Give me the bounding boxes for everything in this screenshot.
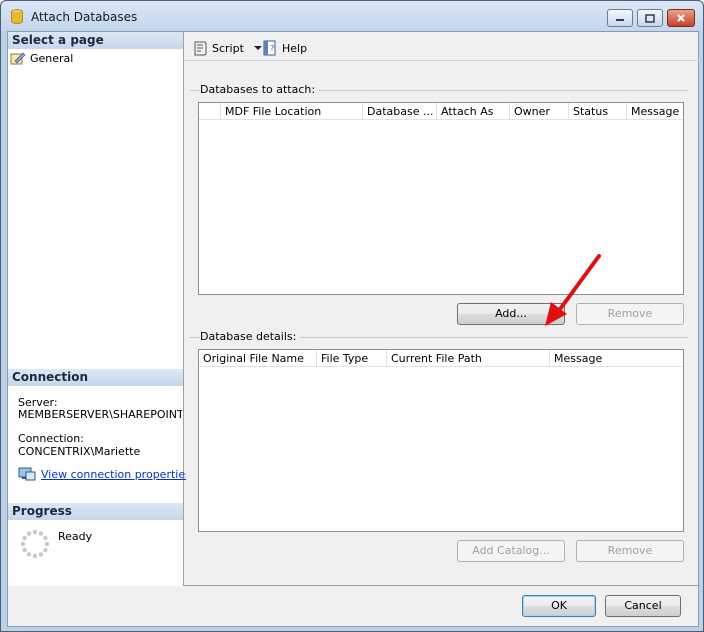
grid-header: Original File Name File Type Current Fil… (199, 350, 683, 367)
dialog-client-area: Select a page General Connection Server:… (7, 31, 700, 627)
maximize-icon (645, 13, 655, 23)
page-item-label: General (30, 51, 74, 65)
connection-properties-icon (18, 467, 36, 481)
grid-column-header[interactable]: Database ... (363, 103, 437, 120)
cancel-button[interactable]: Cancel (605, 595, 681, 617)
add-catalog-button[interactable]: Add Catalog... (457, 540, 565, 562)
close-button[interactable] (667, 9, 695, 27)
footer-separator (184, 585, 700, 586)
database-details-grid[interactable]: Original File Name File Type Current Fil… (198, 349, 684, 532)
databases-to-attach-grid[interactable]: MDF File Location Database ... Attach As… (198, 102, 684, 295)
grid-column-header[interactable]: Owner (510, 103, 569, 120)
maximize-button[interactable] (637, 9, 663, 27)
page-item-general[interactable]: General (10, 50, 73, 66)
grid-column-header[interactable]: Message (627, 103, 684, 120)
grid-column-header[interactable]: MDF File Location (221, 103, 363, 120)
close-icon (677, 14, 685, 22)
grid-column-header[interactable]: Attach As (437, 103, 510, 120)
database-icon (11, 9, 23, 24)
attach-databases-window: Attach Databases Select a page General C… (0, 0, 704, 632)
progress-spinner-icon (20, 529, 50, 559)
ok-button[interactable]: OK (522, 595, 596, 617)
toolbar-separator (184, 60, 700, 61)
svg-text:?: ? (270, 44, 274, 53)
grid-column-header[interactable]: Message (550, 350, 684, 367)
server-value: MEMBERSERVER\SHAREPOINT (18, 408, 182, 421)
help-button[interactable]: ? Help (262, 39, 307, 57)
title-bar[interactable]: Attach Databases (1, 1, 703, 31)
select-page-header: Select a page (8, 32, 183, 49)
progress-status: Ready (58, 530, 93, 543)
left-pane: Select a page General Connection Server:… (8, 32, 191, 586)
grid-column-header[interactable]: Current File Path (387, 350, 550, 367)
remove-details-button[interactable]: Remove (576, 540, 684, 562)
progress-header: Progress (8, 503, 183, 520)
grid-column-header[interactable]: File Type (317, 350, 387, 367)
chevron-down-icon[interactable] (253, 45, 262, 51)
grid-column-header[interactable]: Status (569, 103, 627, 120)
connection-label: Connection: (18, 432, 84, 445)
help-icon: ? (263, 40, 276, 56)
general-page-icon (10, 52, 26, 65)
minimize-icon (616, 19, 624, 21)
database-details-label: Database details: (200, 330, 301, 343)
script-button[interactable]: Script (192, 39, 262, 57)
grid-header: MDF File Location Database ... Attach As… (199, 103, 683, 120)
databases-to-attach-label: Databases to attach: (200, 83, 320, 96)
help-label: Help (282, 41, 308, 55)
annotation-arrow-icon (545, 254, 601, 326)
script-label: Script (212, 41, 244, 55)
grid-column-header[interactable]: Original File Name (199, 350, 317, 367)
script-icon (194, 41, 207, 56)
connection-header: Connection (8, 369, 183, 386)
grid-column-header (199, 103, 221, 120)
window-title: Attach Databases (31, 10, 138, 24)
general-page-content: Databases to attach: MDF File Location D… (186, 62, 698, 584)
connection-value: CONCENTRIX\Mariette (18, 445, 141, 458)
minimize-button[interactable] (607, 9, 633, 27)
view-connection-properties-link[interactable]: View connection properties (41, 468, 191, 481)
